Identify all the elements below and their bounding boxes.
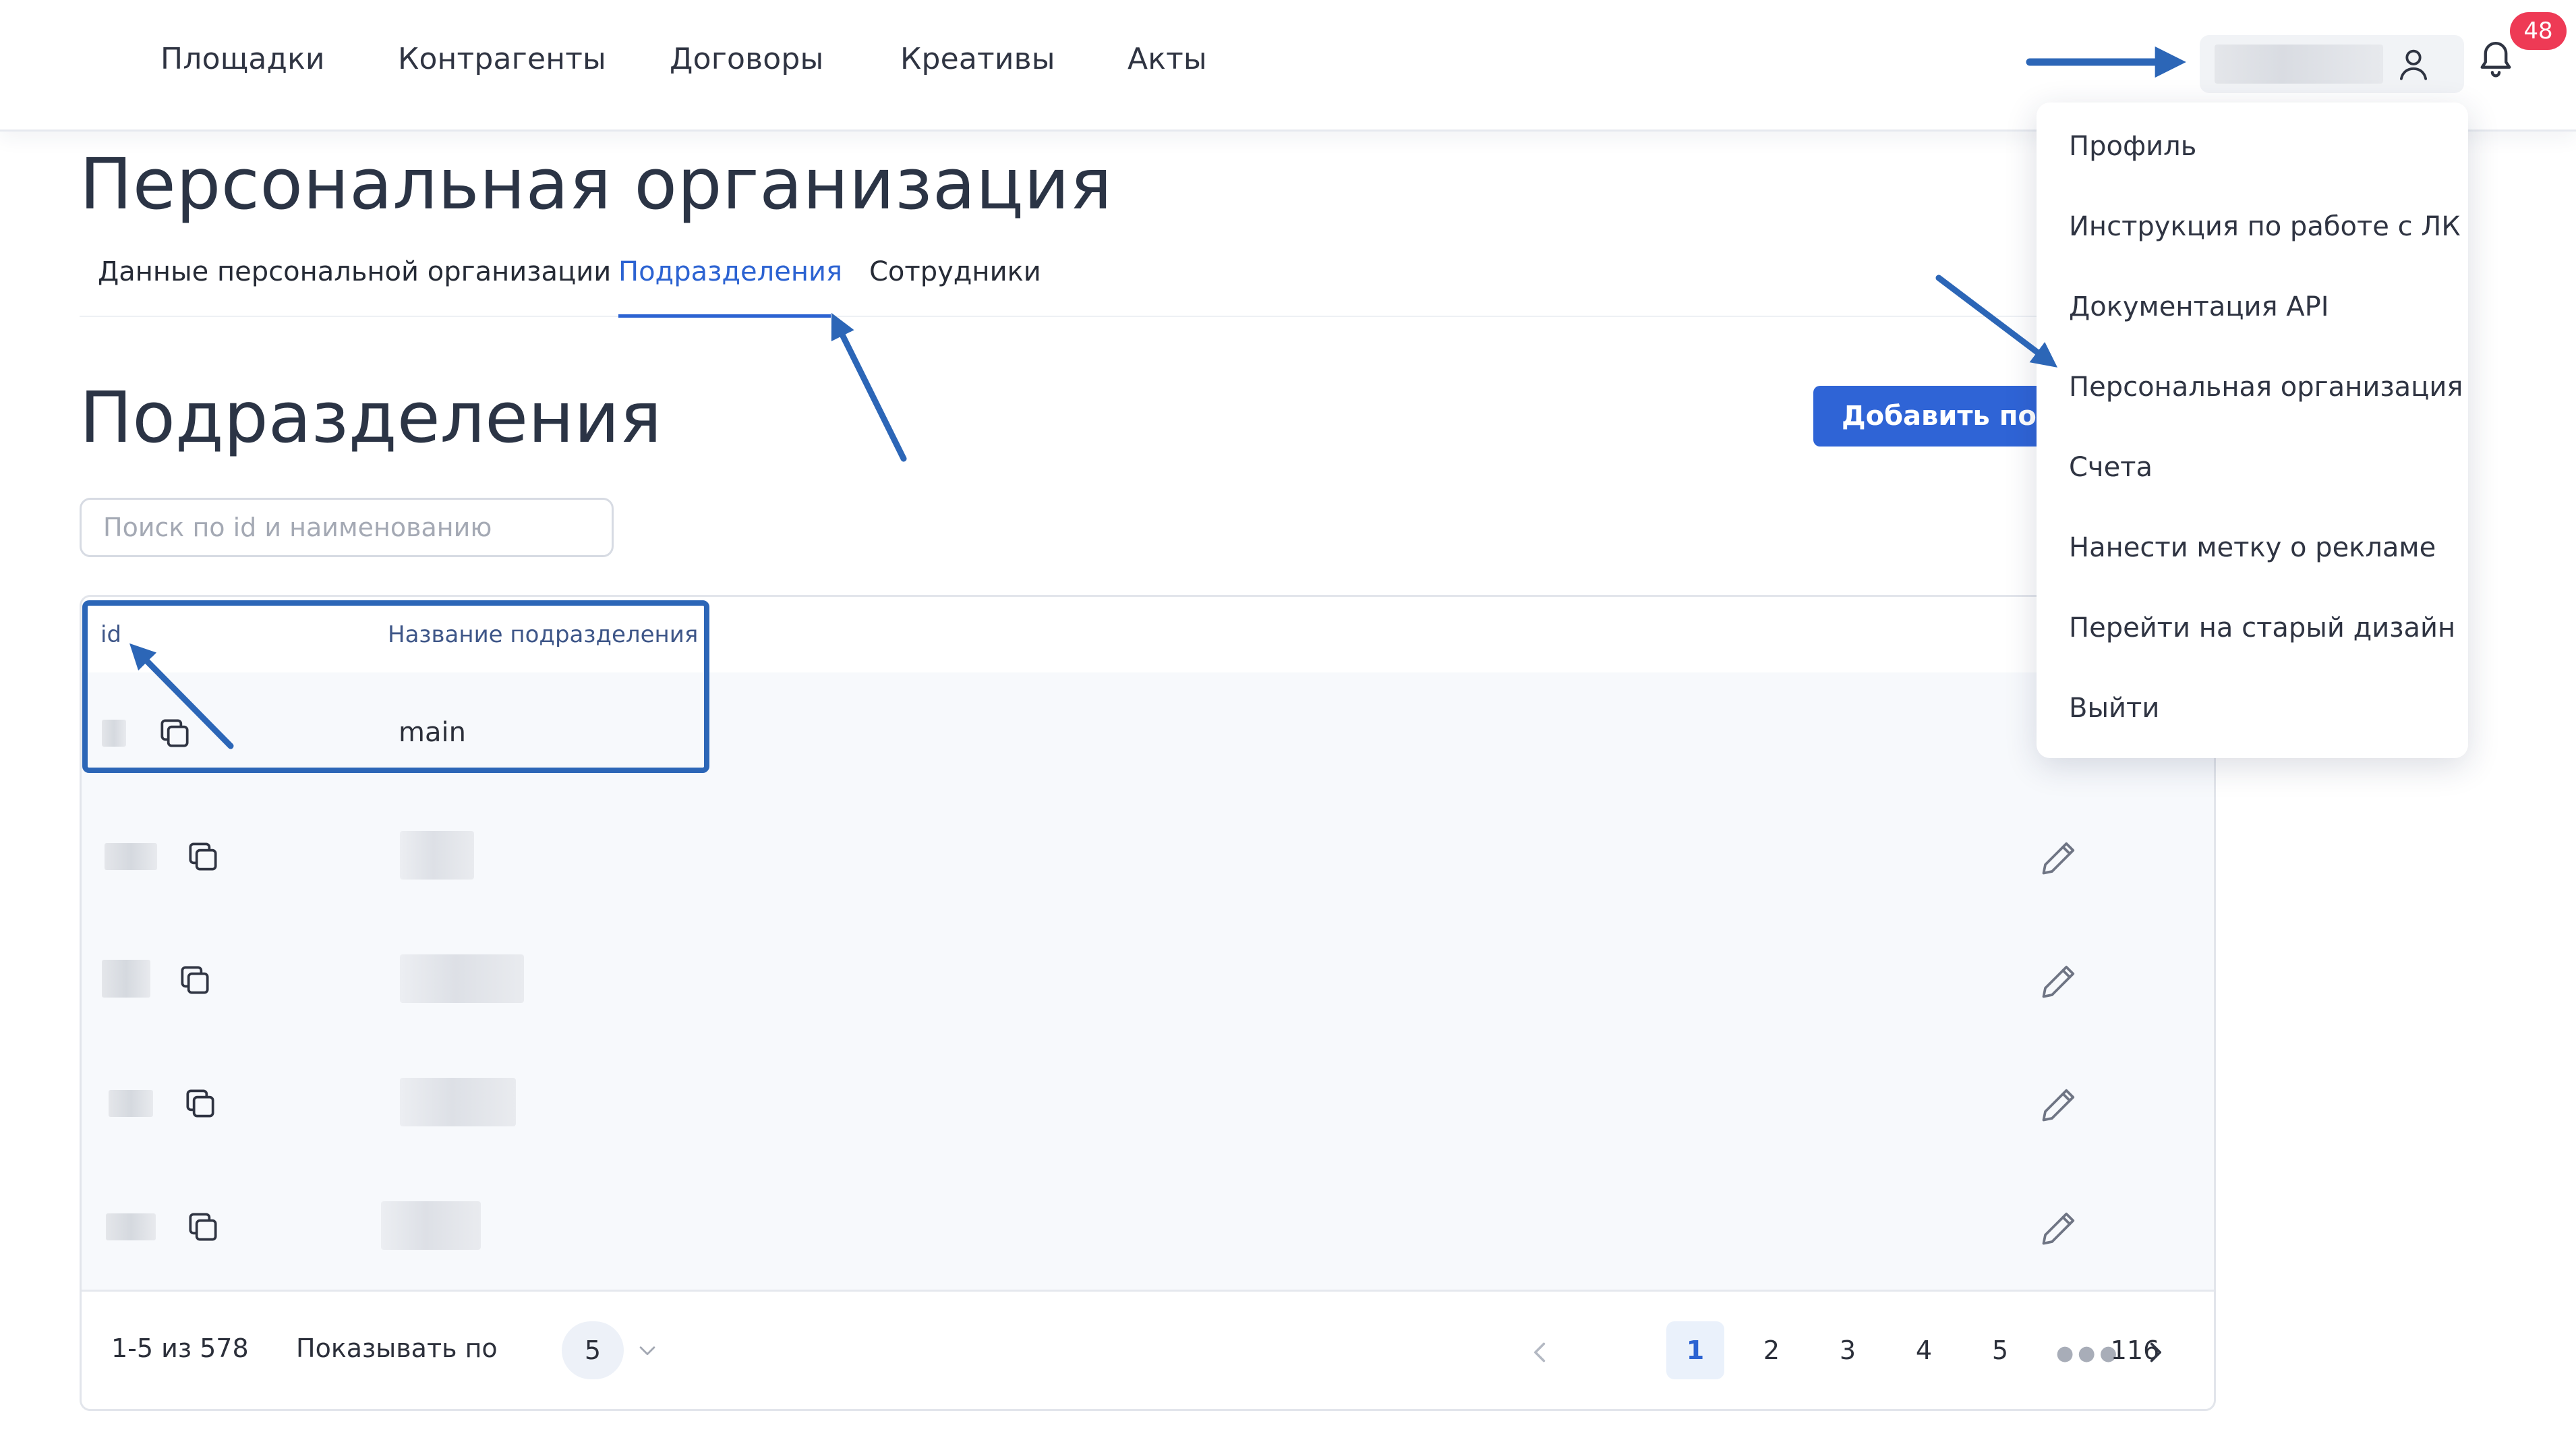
pagination-range: 1-5 из 578 <box>111 1333 249 1363</box>
page-title: Персональная организация <box>80 143 1113 225</box>
menu-item-instructions[interactable]: Инструкция по работе с ЛК <box>2069 211 2461 242</box>
menu-item-invoices[interactable]: Счета <box>2069 452 2153 483</box>
page-button-3[interactable]: 3 <box>1819 1321 1877 1379</box>
pencil-icon[interactable] <box>2039 838 2079 881</box>
row-id-redacted <box>105 843 157 870</box>
menu-item-api-docs[interactable]: Документация API <box>2069 291 2329 322</box>
table-row[interactable] <box>82 796 2214 921</box>
tabs-divider <box>80 316 2049 317</box>
row-name-redacted <box>381 1201 481 1250</box>
row-name-redacted <box>400 831 474 880</box>
per-page-select[interactable]: 5 <box>562 1321 624 1379</box>
copy-icon[interactable] <box>184 1208 222 1248</box>
page-button-1[interactable]: 1 <box>1666 1321 1724 1379</box>
chevron-down-icon[interactable] <box>636 1340 659 1363</box>
nav-item-counterparties[interactable]: Контрагенты <box>398 42 606 76</box>
annotation-arrow-menu <box>1935 275 2058 368</box>
notifications-badge: 48 <box>2510 12 2567 50</box>
annotation-highlight-box <box>82 600 709 773</box>
row-id-redacted <box>106 1213 156 1240</box>
row-id-redacted <box>102 960 150 998</box>
copy-icon[interactable] <box>176 961 214 1002</box>
table-row[interactable] <box>82 1043 2214 1168</box>
menu-item-personal-org[interactable]: Персональная организация <box>2069 372 2463 403</box>
pencil-icon[interactable] <box>2039 1085 2079 1128</box>
per-page-label: Показывать по <box>296 1333 498 1363</box>
nav-item-contracts[interactable]: Договоры <box>670 42 823 76</box>
table-row[interactable] <box>82 1166 2214 1292</box>
copy-icon[interactable] <box>181 1085 219 1125</box>
user-menu-button[interactable] <box>2200 35 2464 93</box>
copy-icon[interactable] <box>184 838 222 878</box>
table-row[interactable] <box>82 919 2214 1045</box>
user-dropdown-menu: Профиль Инструкция по работе с ЛК Докуме… <box>2037 103 2468 758</box>
menu-item-profile[interactable]: Профиль <box>2069 131 2196 162</box>
search-input[interactable] <box>80 498 614 557</box>
user-name-redacted <box>2215 45 2383 84</box>
chevron-right-icon[interactable] <box>2145 1340 2165 1367</box>
tab-employees[interactable]: Сотрудники <box>869 256 1041 287</box>
user-icon <box>2394 45 2433 86</box>
nav-item-platforms[interactable]: Площадки <box>160 42 325 76</box>
page-button-5[interactable]: 5 <box>1971 1321 2029 1379</box>
menu-item-logout[interactable]: Выйти <box>2069 693 2159 724</box>
tab-org-data[interactable]: Данные персональной организации <box>98 256 611 287</box>
menu-item-old-design[interactable]: Перейти на старый дизайн <box>2069 612 2455 643</box>
page-button-4[interactable]: 4 <box>1895 1321 1953 1379</box>
chevron-left-icon[interactable] <box>1530 1340 1550 1367</box>
pencil-icon[interactable] <box>2039 961 2079 1004</box>
section-title: Подразделения <box>80 376 662 459</box>
annotation-arrow-tab <box>831 312 907 462</box>
pencil-icon[interactable] <box>2039 1208 2079 1251</box>
menu-item-ad-label[interactable]: Нанести метку о рекламе <box>2069 532 2436 563</box>
row-name-redacted <box>400 954 524 1003</box>
page-button-2[interactable]: 2 <box>1743 1321 1801 1379</box>
bell-icon[interactable] <box>2475 36 2517 84</box>
row-id-redacted <box>109 1090 153 1117</box>
nav-item-creatives[interactable]: Креативы <box>900 42 1055 76</box>
nav-item-acts[interactable]: Акты <box>1128 42 1207 76</box>
table-footer: 1-5 из 578 Показывать по 5 1 2 3 4 5 ●●●… <box>82 1290 2214 1409</box>
row-name-redacted <box>400 1078 516 1126</box>
add-department-button[interactable]: Добавить подр <box>1813 386 2070 447</box>
active-tab-indicator <box>618 314 831 318</box>
tab-departments[interactable]: Подразделения <box>618 256 842 287</box>
